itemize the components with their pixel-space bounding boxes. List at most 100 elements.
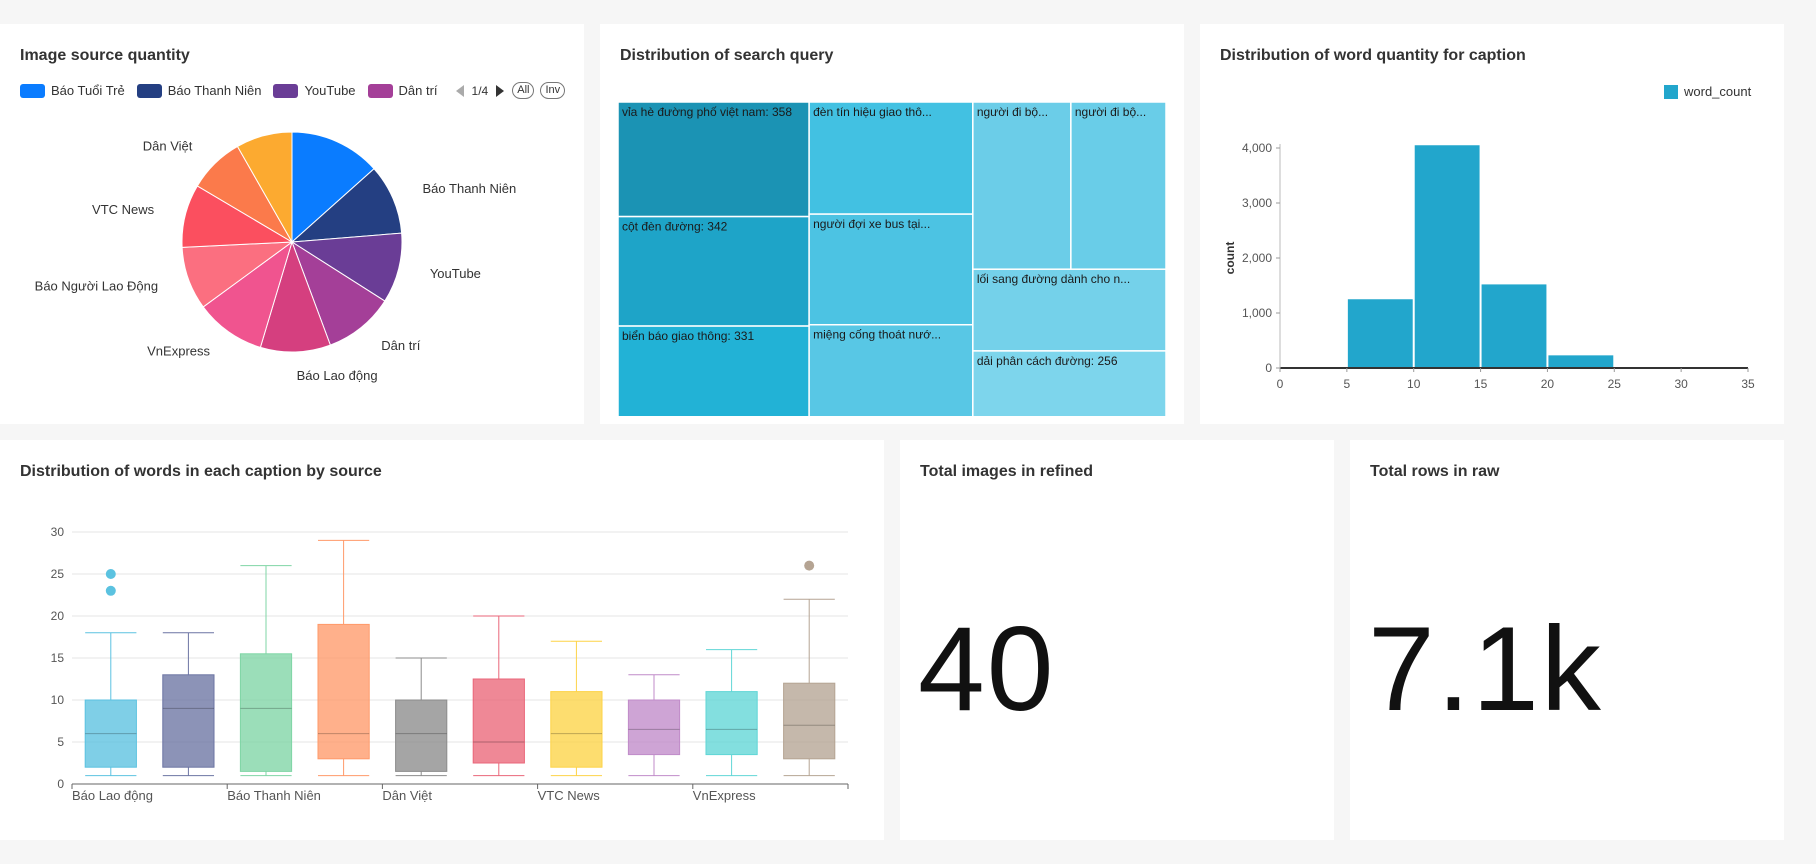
card-title: Image source quantity <box>20 47 190 64</box>
x-tick-label: Báo Lao động <box>72 788 153 803</box>
box-iqr <box>627 699 681 756</box>
treemap-cell <box>972 101 1072 270</box>
card-title: Distribution of word quantity for captio… <box>1220 47 1526 64</box>
box-iqr <box>472 678 525 764</box>
x-tick-label: VTC News <box>538 788 601 803</box>
treemap-cell-label: người đợi xe bus tại... <box>813 217 930 231</box>
legend-label: YouTube <box>304 83 356 98</box>
treemap-cell-label: người đi bộ... <box>1075 105 1146 119</box>
x-tick-label: VnExpress <box>693 788 756 803</box>
y-tick-label: 0 <box>57 777 64 791</box>
box <box>317 539 370 777</box>
x-tick-label: 0 <box>1277 377 1284 391</box>
pie-slice-label: Báo Lao động <box>297 368 378 383</box>
legend-item[interactable]: YouTube <box>273 83 356 98</box>
legend-item[interactable]: Báo Tuổi Trẻ <box>20 83 125 98</box>
box-outlier <box>105 569 116 579</box>
card-title: Distribution of words in each caption by… <box>20 463 382 480</box>
big-number: 7.1k <box>1368 602 1603 736</box>
y-tick-label: 20 <box>51 609 65 623</box>
card-title: Total images in refined <box>920 463 1094 480</box>
box <box>550 640 603 777</box>
invert-selection-button[interactable]: Inv <box>540 82 566 99</box>
treemap-cell-label: lối sang đường dành cho n... <box>977 272 1130 286</box>
box-iqr <box>550 691 603 768</box>
card-title: Distribution of search query <box>620 47 834 64</box>
treemap-cell <box>617 101 810 218</box>
box <box>84 569 137 777</box>
treemap-cell-label: biển báo giao thông: 331 <box>622 329 754 343</box>
pager-text: 1/4 <box>471 83 489 98</box>
box <box>239 565 293 777</box>
treemap-cell-label: người đi bộ... <box>977 105 1048 119</box>
prev-page-icon[interactable] <box>455 84 464 97</box>
y-tick-label: 5 <box>57 735 64 749</box>
legend-item[interactable]: Báo Thanh Niên <box>136 83 261 98</box>
pie-chart: Báo Tuổi Trẻ Báo Thanh Niên YouTube Dân trí… <box>35 124 517 383</box>
x-tick-label: 10 <box>1407 377 1421 391</box>
y-tick-label: 30 <box>51 525 65 539</box>
y-tick-label: 15 <box>51 651 65 665</box>
x-tick-label: 25 <box>1608 377 1622 391</box>
box <box>472 615 525 777</box>
box-iqr <box>317 623 370 760</box>
pie-slice-label: VnExpress <box>147 343 210 358</box>
y-tick-label: 4,000 <box>1242 141 1272 155</box>
legend-label: Báo Tuổi Trẻ <box>51 83 125 98</box>
pie-slice-label: VTC News <box>92 202 155 217</box>
total-refined-card: Total images in refined 40 <box>900 440 1334 840</box>
box <box>783 560 836 777</box>
boxplot-chart: 0 5 10 15 20 25 30 Báo Lao động Báo Thanh Niên Dâ… <box>51 525 849 803</box>
y-tick-label: 1,000 <box>1242 306 1272 320</box>
treemap-chart: vỉa hè đường phố việt nam: 358 cột đèn đư… <box>617 101 1167 416</box>
x-tick-label: 5 <box>1344 377 1351 391</box>
y-tick-label: 3,000 <box>1242 196 1272 210</box>
select-all-button[interactable]: All <box>512 82 535 99</box>
histogram-chart: 0 5 10 15 20 25 30 35 0 1,000 2,000 3,000 4,000 count <box>1223 141 1755 391</box>
treemap-cell-label: đèn tín hiệu giao thô... <box>813 105 932 119</box>
treemap-card: Distribution of search query vỉa hè đườn… <box>600 24 1184 424</box>
pie-legend: Báo Tuổi Trẻ Báo Thanh Niên YouTube Dân … <box>20 82 566 99</box>
pie-slice-label: Dân trí <box>381 338 420 353</box>
treemap-cell <box>1070 101 1167 270</box>
card-title: Total rows in raw <box>1370 463 1500 480</box>
box-outlier <box>105 585 116 596</box>
histogram-bar <box>1481 284 1547 368</box>
pie-card: Image source quantity Báo Tuổi Trẻ Báo T… <box>0 24 584 424</box>
box-iqr <box>239 653 293 772</box>
y-tick-label: 0 <box>1265 361 1272 375</box>
box <box>627 674 681 777</box>
legend-pager: 1/4 All Inv <box>455 82 566 99</box>
legend-label: Dân trí <box>398 83 438 98</box>
x-tick-label: 35 <box>1741 377 1755 391</box>
pie-slice-label: Báo Người Lao Động <box>35 279 158 294</box>
y-tick-label: 25 <box>51 567 65 581</box>
box <box>162 632 215 777</box>
legend-swatch <box>273 83 299 98</box>
boxplot-card: Distribution of words in each caption by… <box>0 440 884 840</box>
box <box>705 649 758 777</box>
pie-slice-label: YouTube <box>430 266 481 281</box>
histogram-bar <box>1548 355 1614 368</box>
x-tick-label: 20 <box>1541 377 1555 391</box>
histogram-bar <box>1347 299 1413 368</box>
x-tick-label: Dân Việt <box>382 788 432 803</box>
legend-swatch <box>20 83 45 98</box>
box-iqr <box>705 691 758 756</box>
next-page-icon[interactable] <box>496 84 505 97</box>
y-tick-label: 10 <box>51 693 65 707</box>
legend-item[interactable]: Dân trí <box>367 83 438 98</box>
pie-slice-label: Báo Thanh Niên <box>423 181 517 196</box>
total-raw-card: Total rows in raw 7.1k <box>1350 440 1784 840</box>
y-tick-label: 2,000 <box>1242 251 1272 265</box>
box-iqr <box>162 674 215 768</box>
treemap-cell-label: vỉa hè đường phố việt nam: 358 <box>622 105 792 119</box>
box <box>395 657 448 777</box>
pie-slice-label: Báo Tuổi Trẻ <box>350 124 424 127</box>
histogram-bar <box>1414 145 1480 368</box>
treemap-cell-label: cột đèn đường: 342 <box>622 220 728 234</box>
big-number: 40 <box>918 602 1056 736</box>
legend-swatch <box>136 83 162 98</box>
x-tick-label: 15 <box>1474 377 1488 391</box>
treemap-cell-label: dải phân cách đường: 256 <box>977 354 1118 368</box>
